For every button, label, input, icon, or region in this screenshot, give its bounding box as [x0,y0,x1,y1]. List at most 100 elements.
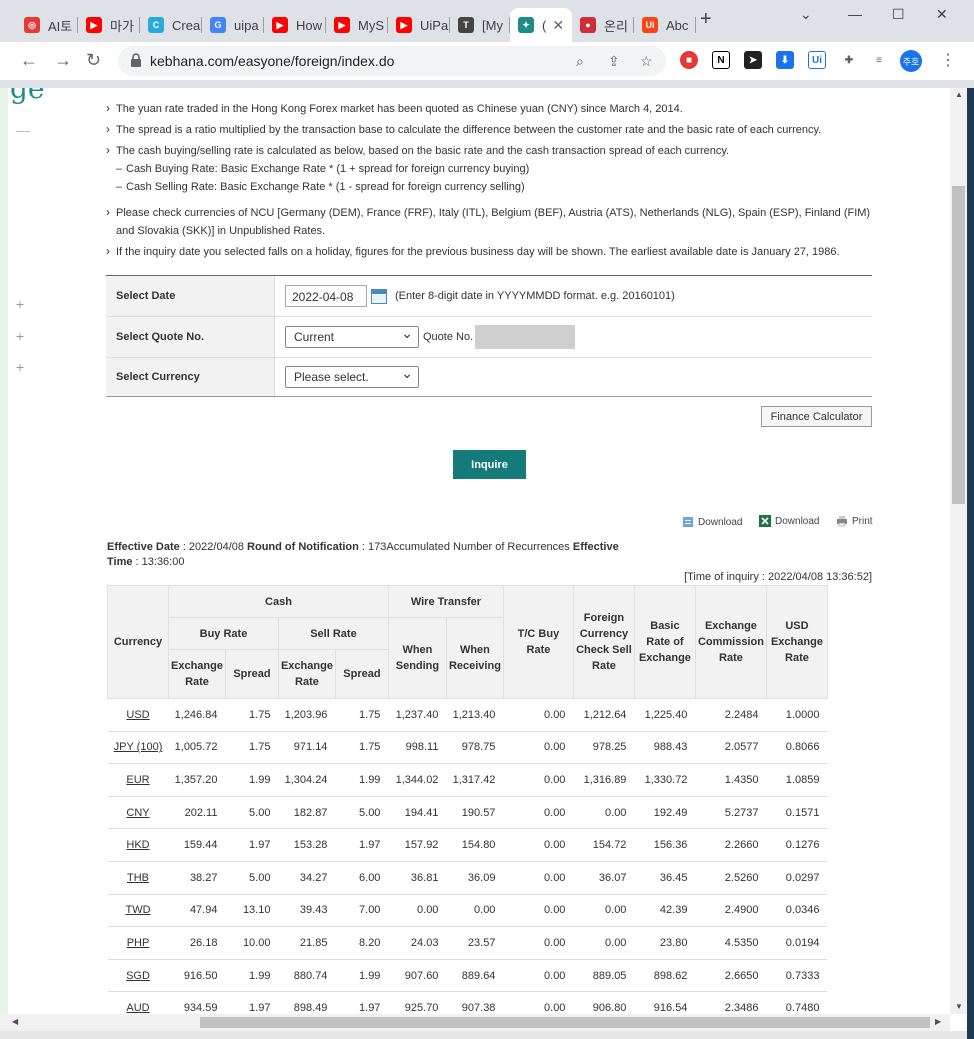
taskbar-edge [0,1031,974,1039]
currency-link[interactable]: EUR [126,774,149,786]
left-edge-strip [0,88,8,1014]
date-input[interactable]: 2022-04-08 [285,285,367,307]
rate-cell: 0.00 [573,894,635,928]
rate-cell: 1,225.40 [634,698,696,732]
rate-cell: 1.0859 [766,763,828,797]
tab-7[interactable]: T [My [450,8,510,42]
rate-cell: 1.99 [225,959,279,993]
uipath-extension-icon[interactable]: Ui [808,51,826,69]
header-buy-exchange-rate: Exchange Rate [168,649,226,699]
tab-3[interactable]: Guipa [202,8,264,42]
rate-cell: 4.5350 [695,926,767,960]
currency-label: Select Currency [106,358,275,396]
rate-cell: 2.0577 [695,731,767,765]
notion-icon[interactable]: N [712,51,730,69]
tab-2[interactable]: C Crea [140,8,202,42]
minimize-button[interactable]: — [848,6,862,22]
finance-calculator-button[interactable]: Finance Calculator [761,406,872,427]
rate-cell: 23.80 [634,926,696,960]
currency-link[interactable]: PHP [127,937,150,949]
rate-cell: 0.00 [573,926,635,960]
currency-link[interactable]: THB [127,872,149,884]
vertical-scrollbar[interactable]: ▲ ▼ [950,88,967,1014]
tab-10[interactable]: Ui Abc [634,8,696,42]
extensions-puzzle-icon[interactable]: ✚ [840,51,858,69]
extension-red-icon[interactable]: ■ [680,51,698,69]
tab-6[interactable]: ▶ UiPa [388,8,450,42]
rate-cell: 1.4350 [695,763,767,797]
rate-cell: 1,317.42 [446,763,504,797]
rate-cell: 998.11 [388,731,447,765]
expand-icon[interactable]: + [16,328,24,344]
reload-icon[interactable]: ↻ [86,50,101,71]
tab-5[interactable]: ▶ MyS [326,8,388,42]
tab-4[interactable]: ▶ How [264,8,326,42]
effective-date-value: : 2022/04/08 [179,541,248,553]
close-window-button[interactable]: ✕ [936,6,948,23]
quote-no-input[interactable] [475,325,576,349]
rate-cell: 1,304.24 [278,763,336,797]
tab-1[interactable]: ▶ 마가 [78,8,140,42]
tab-search-icon[interactable]: ⌄ [800,6,812,23]
print-link[interactable]: Print [836,515,873,527]
currency-link[interactable]: TWD [125,904,150,916]
rate-cell: 1,330.72 [634,763,696,797]
search-form: Select Date 2022-04-08 (Enter 8-digit da… [106,275,872,397]
table-row: USD 1,246.84 1.75 1,203.96 1.75 1,237.40 1,213… [107,698,828,732]
currency-link[interactable]: HKD [126,839,149,851]
new-tab-button[interactable]: + [700,8,712,31]
collapse-icon[interactable]: — [16,122,30,138]
tab-0[interactable]: ◎ AI토 [16,8,78,42]
tab-9[interactable]: ● 온리 [572,8,634,42]
vertical-scroll-thumb[interactable] [952,186,965,504]
scroll-left-arrow-icon[interactable]: ◀ [12,1017,18,1026]
rate-cell: 0.00 [503,894,574,928]
currency-link[interactable]: USD [126,709,149,721]
currency-link[interactable]: SGD [126,970,150,982]
send-icon[interactable]: ➤ [744,51,762,69]
reading-list-icon[interactable]: ≡ [870,51,888,69]
expand-icon[interactable]: + [16,296,24,312]
rate-cell: 1.75 [225,698,279,732]
profile-avatar[interactable]: 주호 [900,50,922,72]
scroll-down-arrow-icon[interactable]: ▼ [955,1002,963,1011]
calendar-icon[interactable] [371,288,387,304]
share-icon[interactable]: ⇪ [608,53,620,70]
rate-cell: 889.05 [573,959,635,993]
quote-select-value: Current [294,330,335,344]
rate-cell: 42.39 [634,894,696,928]
menu-kebab-icon[interactable]: ⋮ [940,50,956,70]
tab-8[interactable]: ✦ (✕ [510,8,572,42]
lock-icon [131,53,141,67]
currency-select[interactable]: Please select. [285,365,419,388]
maximize-button[interactable]: ☐ [892,6,905,23]
rate-cell: 978.25 [573,731,635,765]
back-icon[interactable]: ← [20,50,38,71]
inquire-button[interactable]: Inquire [453,450,526,479]
horizontal-scroll-thumb[interactable] [200,1017,930,1028]
notice-subitem: Cash Selling Rate: Basic Exchange Rate *… [106,178,876,196]
zoom-icon[interactable]: ⌕ [576,53,584,70]
rate-cell: 1,316.89 [573,763,635,797]
expand-icon[interactable]: + [16,359,24,375]
close-tab-icon[interactable]: ✕ [552,17,564,34]
currency-link[interactable]: JPY (100) [114,741,163,753]
rate-cell: 1,344.02 [388,763,447,797]
bookmark-star-icon[interactable]: ☆ [640,53,653,70]
rate-cell: 0.7333 [766,959,828,993]
rate-cell: 0.00 [573,796,635,830]
download-extension-icon[interactable]: ⬇ [776,51,794,69]
address-bar[interactable]: kebhana.com/easyone/foreign/index.do ⌕ ⇪… [118,46,666,76]
quote-select[interactable]: Current [285,325,419,348]
scroll-right-arrow-icon[interactable]: ▶ [935,1017,941,1026]
header-commission: Exchange Commission Rate [694,585,767,699]
download-link[interactable]: Download [682,516,742,528]
currency-link[interactable]: CNY [126,807,149,819]
header-tc-buy: T/C Buy Rate [502,585,574,699]
excel-download-link[interactable]: Download [759,515,819,527]
scroll-up-arrow-icon[interactable]: ▲ [955,90,963,99]
forward-icon[interactable]: → [54,50,72,71]
horizontal-scrollbar[interactable]: ◀ ▶ [0,1014,950,1031]
currency-link[interactable]: AUD [126,1002,149,1014]
left-sidebar: ge — + + + [8,88,45,1014]
